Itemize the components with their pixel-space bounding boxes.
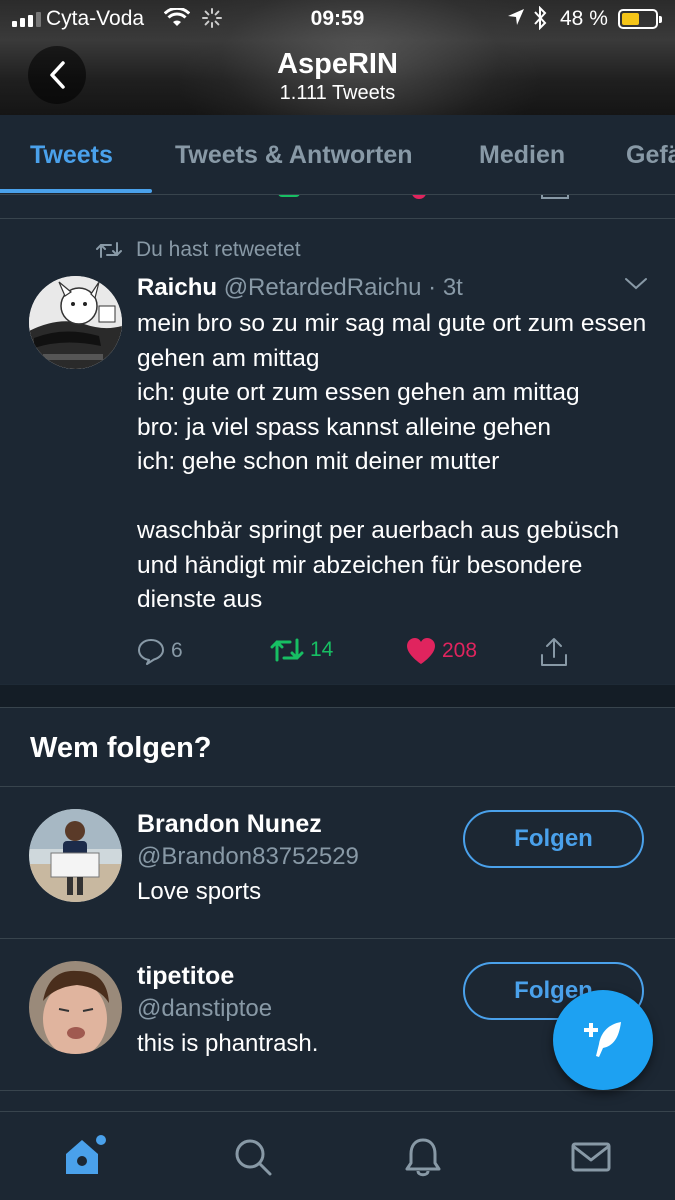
who-to-follow-title: Wem folgen? <box>30 732 212 764</box>
tweet-card[interactable]: Du hast retweetet Raichu @RetardedRaichu… <box>0 219 675 684</box>
notifications-icon <box>405 1138 441 1177</box>
retweet-icon <box>278 195 300 197</box>
tweet-author-name[interactable]: Raichu <box>137 274 217 301</box>
retweet-notice-label: Du hast retweetet <box>136 238 301 261</box>
retweet-icon <box>96 242 122 258</box>
reply-icon <box>138 639 164 665</box>
nav-search[interactable] <box>228 1132 278 1182</box>
messages-icon <box>571 1142 611 1172</box>
list-continuation <box>0 1091 675 1111</box>
share-icon <box>541 195 569 199</box>
location-arrow-icon <box>507 8 525 32</box>
retweet-icon <box>270 638 304 662</box>
retweet-count: 14 <box>310 638 334 661</box>
tweet-actions: 6 14 208 <box>0 637 675 669</box>
like-count: 208 <box>442 639 478 662</box>
profile-header: Cyta-Voda 09:59 48 % AspeRIN 1.111 Tweet… <box>0 0 675 115</box>
retweet-notice: Du hast retweetet <box>96 238 301 262</box>
section-divider <box>0 684 675 708</box>
share-button[interactable] <box>540 637 568 667</box>
tweet-header: Raichu @RetardedRaichu · 3t <box>137 274 463 302</box>
tweet-count: 1.111 Tweets <box>279 82 396 104</box>
like-button[interactable]: 208 <box>406 637 477 665</box>
heart-icon <box>407 638 435 664</box>
tab-tweets-and-replies[interactable]: Tweets & Antworten <box>175 141 413 170</box>
tab-tweets[interactable]: Tweets <box>30 141 113 170</box>
tweet-text: mein bro so zu mir sag mal gute ort zum … <box>137 310 647 613</box>
suggested-user-name[interactable]: Brandon Nunez <box>137 810 322 839</box>
battery-percent: 48 % <box>560 7 608 30</box>
tweet-options-chevron-icon[interactable] <box>624 277 648 296</box>
nav-messages[interactable] <box>566 1132 616 1182</box>
follow-button[interactable]: Folgen <box>463 810 644 868</box>
compose-tweet-button[interactable] <box>553 990 653 1090</box>
tab-media[interactable]: Medien <box>479 141 565 170</box>
tab-likes[interactable]: Gefä <box>626 141 675 170</box>
suggested-user-name[interactable]: tipetitoe <box>137 962 234 991</box>
header-title-block: AspeRIN 1.111 Tweets <box>0 48 675 105</box>
compose-feather-icon <box>584 1022 621 1057</box>
battery-icon <box>618 9 662 29</box>
reply-button[interactable]: 6 <box>137 637 183 665</box>
suggested-user-bio: this is phantrash. <box>137 1030 319 1057</box>
nav-home[interactable] <box>60 1132 110 1182</box>
nav-notifications[interactable] <box>398 1132 448 1182</box>
home-icon <box>66 1135 106 1174</box>
tweet-author-avatar[interactable] <box>29 276 122 369</box>
suggested-user[interactable]: Brandon Nunez @Brandon83752529 Love spor… <box>0 787 675 939</box>
suggested-user-handle: @Brandon83752529 <box>137 843 359 870</box>
share-icon <box>541 638 567 666</box>
suggested-user-handle: @danstiptoe <box>137 995 273 1022</box>
retweet-button[interactable]: 14 <box>270 637 333 663</box>
search-icon <box>235 1139 272 1176</box>
previous-tweet-actions <box>0 195 675 219</box>
profile-tabs: Tweets Tweets & Antworten Medien Gefä <box>0 115 675 195</box>
bottom-navigation <box>0 1111 675 1200</box>
profile-name: AspeRIN <box>277 48 398 80</box>
status-bar: Cyta-Voda 09:59 48 % <box>0 0 675 38</box>
active-tab-indicator <box>0 189 152 193</box>
suggested-user-bio: Love sports <box>137 878 262 905</box>
suggested-user-avatar[interactable] <box>29 809 122 902</box>
reply-count: 6 <box>171 639 183 662</box>
who-to-follow-header: Wem folgen? <box>0 708 675 787</box>
heart-icon <box>412 195 426 199</box>
tweet-author-meta: @RetardedRaichu · 3t <box>223 274 463 301</box>
bluetooth-icon <box>533 5 547 36</box>
suggested-user-avatar[interactable] <box>29 961 122 1054</box>
